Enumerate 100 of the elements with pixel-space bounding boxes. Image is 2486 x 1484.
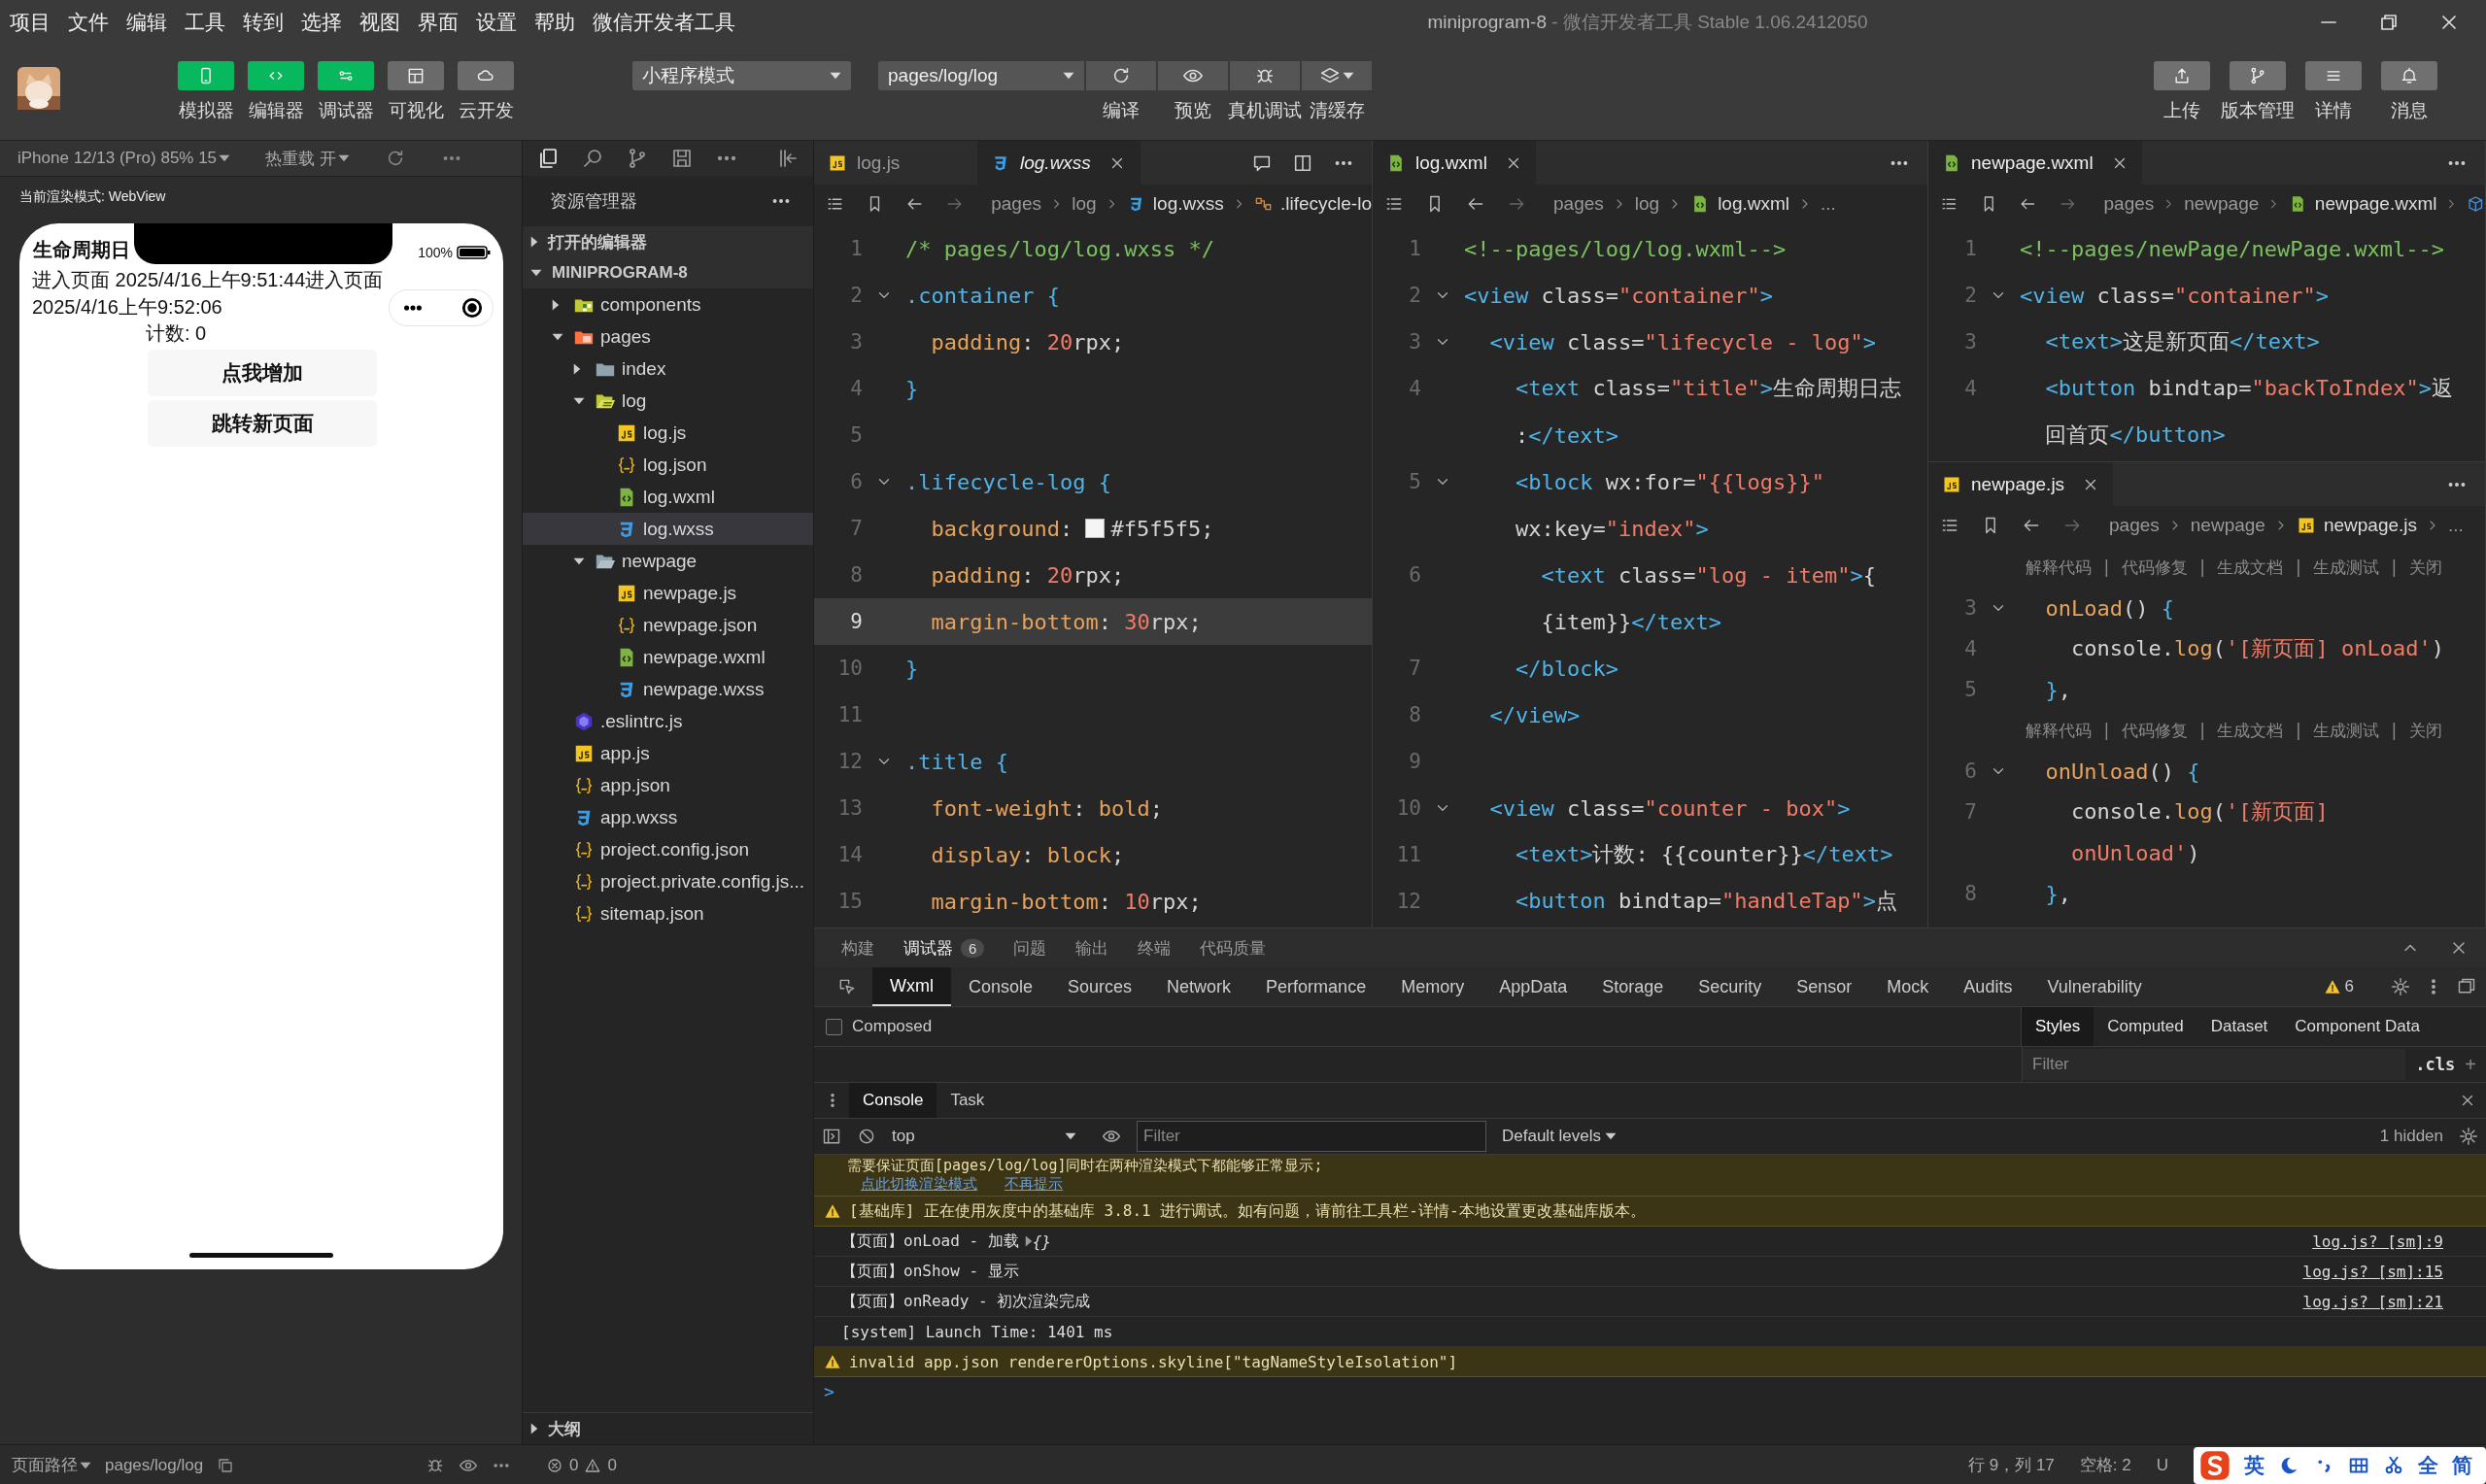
tool-button[interactable]	[388, 61, 444, 90]
devtools-tab[interactable]: Security	[1681, 967, 1780, 1006]
styles-filter-field[interactable]: Filter	[2023, 1049, 2406, 1080]
console-link[interactable]: 点此切换渲染模式	[861, 1175, 977, 1194]
tree-item[interactable]: log	[523, 385, 813, 417]
tree-item[interactable]: newpage.json	[523, 609, 813, 641]
section-header[interactable]: 打开的编辑器	[523, 226, 813, 257]
tool-button[interactable]	[458, 61, 514, 90]
encoding[interactable]: U	[2156, 1455, 2168, 1475]
settings-icon[interactable]	[2391, 977, 2410, 996]
hot-reload-dropdown[interactable]: 热重载 开	[265, 147, 350, 170]
menu-item[interactable]: 界面	[418, 8, 459, 36]
editor-tab[interactable]: log.wxml	[1373, 141, 1536, 185]
breadcrumb-item[interactable]: newpage	[2190, 515, 2265, 536]
tree-item[interactable]: newpage.wxss	[523, 673, 813, 705]
tree-item[interactable]: components	[523, 288, 813, 320]
breadcrumb-item[interactable]: log.wxss	[1152, 193, 1224, 215]
settings-icon[interactable]	[2459, 1127, 2478, 1146]
action-button[interactable]	[1158, 61, 1228, 90]
dock-icon[interactable]	[2457, 977, 2476, 996]
menu-item[interactable]: 工具	[185, 8, 225, 36]
tool-button[interactable]	[2305, 61, 2362, 90]
panel-icon[interactable]	[670, 147, 694, 170]
page-dropdown[interactable]: pages/log/log	[878, 61, 1084, 90]
panel-tab[interactable]: 调试器 6	[903, 936, 985, 960]
tool-button[interactable]	[2230, 61, 2286, 90]
tree-item[interactable]: app.json	[523, 769, 813, 801]
tree-item[interactable]: project.private.config.js...	[523, 865, 813, 897]
indent-setting[interactable]: 空格: 2	[2079, 1454, 2131, 1476]
breadcrumb-item[interactable]: newpage	[2184, 193, 2260, 215]
mode-dropdown[interactable]: 小程序模式	[632, 61, 851, 90]
devtools-tab[interactable]: Audits	[1946, 967, 2030, 1006]
devtools-tab[interactable]: Sensor	[1779, 967, 1870, 1006]
breadcrumb-item[interactable]: pages	[2103, 193, 2155, 215]
code-lens[interactable]: 解释代码 | 代码修复 | 生成文档 | 生成测试 | 关闭	[1928, 710, 2485, 751]
page-path-dropdown[interactable]: 页面路径	[12, 1454, 91, 1476]
menu-item[interactable]: 微信开发者工具	[593, 8, 735, 36]
styles-tab[interactable]: Computed	[2094, 1007, 2197, 1046]
color-swatch[interactable]	[1085, 519, 1106, 538]
breadcrumb-item[interactable]: ...	[1821, 193, 1836, 215]
editor-tab[interactable]: newpage.wxml	[1928, 141, 2142, 185]
tree-item[interactable]: pages	[523, 320, 813, 353]
expand-icon[interactable]	[1024, 1235, 1033, 1247]
panel-tab[interactable]: 终端	[1138, 936, 1172, 960]
code-lens[interactable]: 解释代码 | 代码修复 | 生成文档 | 生成测试 | 关闭	[1928, 547, 2485, 588]
console-link[interactable]: 不再提示	[1005, 1175, 1063, 1194]
breadcrumb-item[interactable]: newpage.wxml	[2314, 193, 2437, 215]
action-button[interactable]	[1086, 61, 1156, 90]
breadcrumb-item[interactable]: newpage.js	[2323, 515, 2418, 536]
language-toggle[interactable]: 英	[2244, 1451, 2265, 1479]
console-prompt[interactable]: >	[824, 1381, 834, 1401]
panel-tab[interactable]: 输出	[1075, 936, 1109, 960]
source-link[interactable]: log.js? [sm]:15	[2302, 1262, 2443, 1281]
breadcrumb-item[interactable]: ...	[2448, 515, 2464, 536]
editor-tab[interactable]: log.js	[814, 141, 977, 185]
script-toggle[interactable]: 简	[2452, 1451, 2472, 1479]
breadcrumb-item[interactable]: log	[1634, 193, 1660, 215]
close-target-icon[interactable]	[460, 295, 485, 320]
drawer-tab[interactable]: Console	[849, 1083, 937, 1118]
tree-item[interactable]: .eslintrc.js	[523, 705, 813, 737]
tool-button[interactable]	[2154, 61, 2210, 90]
devtools-tab[interactable]: Sources	[1050, 967, 1150, 1006]
tree-item[interactable]: log.wxss	[523, 513, 813, 545]
section-header[interactable]: MINIPROGRAM-8	[523, 257, 813, 288]
context-dropdown[interactable]: top	[892, 1127, 1086, 1146]
breadcrumb-item[interactable]: pages	[2109, 515, 2160, 536]
copy-icon[interactable]	[217, 1456, 235, 1474]
cls-toggle[interactable]: .cls	[2415, 1055, 2456, 1074]
warning-count[interactable]: 0	[607, 1455, 617, 1475]
tree-item[interactable]: sitemap.json	[523, 897, 813, 929]
tree-item[interactable]: newpage.wxml	[523, 641, 813, 673]
breadcrumb-item[interactable]: pages	[991, 193, 1041, 215]
device-dropdown[interactable]: iPhone 12/13 (Pro) 85% 15	[17, 149, 231, 168]
action-button[interactable]	[1302, 61, 1372, 90]
breadcrumb-item[interactable]: .lifecycle-lo	[1280, 193, 1372, 215]
capsule-menu[interactable]	[389, 289, 494, 326]
devtools-tab[interactable]: Mock	[1869, 967, 1947, 1006]
menu-item[interactable]: 帮助	[534, 8, 575, 36]
menu-item[interactable]: 文件	[68, 8, 109, 36]
tree-item[interactable]: log.wxml	[523, 481, 813, 513]
panel-tab[interactable]: 问题	[1013, 936, 1047, 960]
menu-item[interactable]: 编辑	[126, 8, 167, 36]
width-toggle[interactable]: 全	[2418, 1451, 2438, 1479]
add-rule-button[interactable]: +	[2465, 1053, 2476, 1076]
page-button[interactable]: 点我增加	[148, 350, 377, 396]
inspect-icon[interactable]	[837, 977, 857, 996]
tree-item[interactable]: log.js	[523, 417, 813, 449]
devtools-tab[interactable]: Vulnerability	[2029, 967, 2160, 1006]
styles-tab[interactable]: Component Data	[2281, 1007, 2434, 1046]
scissors-icon[interactable]	[2383, 1454, 2404, 1476]
devtools-tab[interactable]: Storage	[1584, 967, 1682, 1006]
menu-item[interactable]: 选择	[301, 8, 342, 36]
composed-checkbox[interactable]	[826, 1018, 842, 1035]
tree-item[interactable]: newpage.js	[523, 577, 813, 609]
object-preview[interactable]: {}	[1032, 1231, 1051, 1251]
menu-item[interactable]: 设置	[476, 8, 517, 36]
breadcrumb-item[interactable]: pages	[1553, 193, 1604, 215]
source-link[interactable]: log.js? [sm]:9	[2312, 1231, 2443, 1251]
console-filter-field[interactable]: Filter	[1137, 1121, 1486, 1152]
tree-item[interactable]: index	[523, 353, 813, 385]
